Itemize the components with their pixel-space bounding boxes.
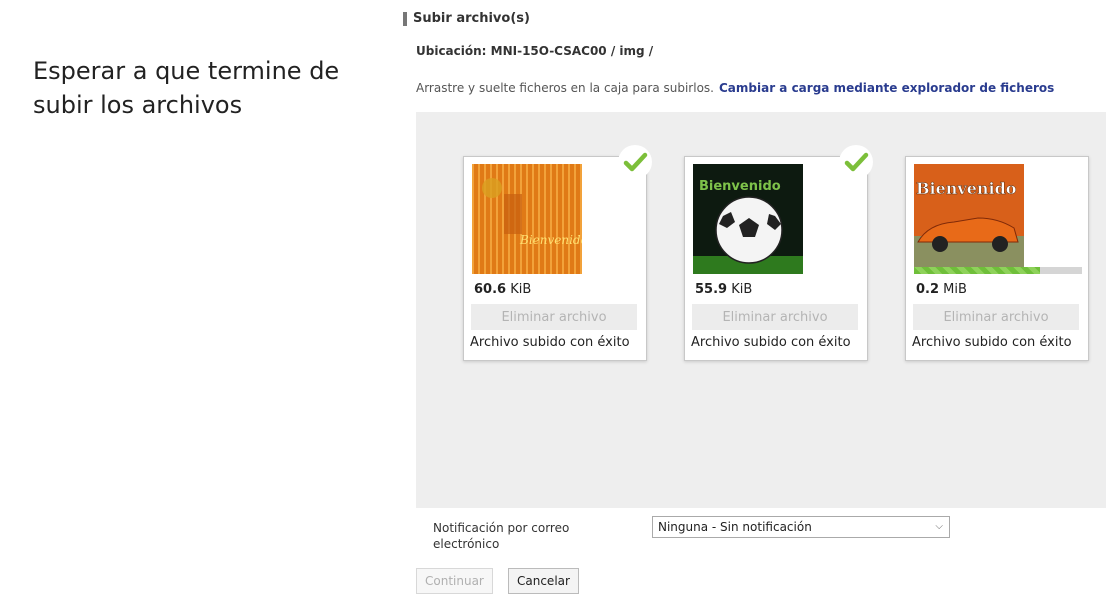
continue-button[interactable]: Continuar [416, 568, 493, 594]
chevron-down-icon: ⌵ [935, 521, 943, 532]
upload-progress-fill [914, 267, 1040, 274]
thumbnail-caption: Bienvenido [699, 179, 781, 194]
file-card: Bienvenido 0.2 MiB Eliminar archivo Arch… [905, 156, 1089, 361]
remove-file-button[interactable]: Eliminar archivo [471, 304, 637, 330]
file-card: Bienvenido 60.6 KiB Eliminar archivo Arc… [463, 145, 652, 361]
thumbnail-caption: Bienvenido [916, 179, 1017, 198]
upload-dropzone[interactable]: Bienvenido 60.6 KiB Eliminar archivo Arc… [416, 112, 1106, 508]
title-marker [403, 11, 407, 26]
upload-location: Ubicación: MNI-15O-CSAC00 / img / [416, 44, 654, 58]
panel-title-label: Subir archivo(s) [413, 11, 530, 26]
file-thumbnail: Bienvenido [693, 164, 803, 274]
checkmark-icon [618, 145, 652, 179]
email-notification-label: Notificación por correo electrónico [433, 521, 570, 551]
file-size: 60.6 KiB [474, 282, 532, 297]
upload-status: Archivo subido con éxito [470, 335, 630, 350]
remove-file-button[interactable]: Eliminar archivo [913, 304, 1079, 330]
file-thumbnail: Bienvenido [914, 164, 1024, 274]
cancel-button[interactable]: Cancelar [508, 568, 579, 594]
upload-progress-bar [914, 267, 1082, 274]
remove-file-button[interactable]: Eliminar archivo [692, 304, 858, 330]
dropzone-hint: Arrastre y suelte ficheros en la caja pa… [416, 81, 1054, 95]
thumbnail-caption: Bienvenido [519, 233, 582, 247]
upload-status: Archivo subido con éxito [691, 335, 851, 350]
checkmark-icon [839, 145, 873, 179]
hint-text: Arrastre y suelte ficheros en la caja pa… [416, 81, 714, 95]
email-notification-select[interactable]: Ninguna - Sin notificación ⌵ [652, 516, 950, 538]
email-notification-selected: Ninguna - Sin notificación [658, 520, 812, 534]
file-size: 55.9 KiB [695, 282, 753, 297]
file-card: Bienvenido 55.9 KiB Eliminar archivo Arc… [684, 145, 873, 361]
switch-to-file-browser-link[interactable]: Cambiar a carga mediante explorador de f… [719, 81, 1054, 95]
file-thumbnail: Bienvenido [472, 164, 582, 274]
panel-title: Subir archivo(s) [403, 11, 530, 26]
upload-status: Archivo subido con éxito [912, 335, 1072, 350]
file-size: 0.2 MiB [916, 282, 967, 297]
instruction-text: Esperar a que termine de subir los archi… [33, 57, 340, 119]
